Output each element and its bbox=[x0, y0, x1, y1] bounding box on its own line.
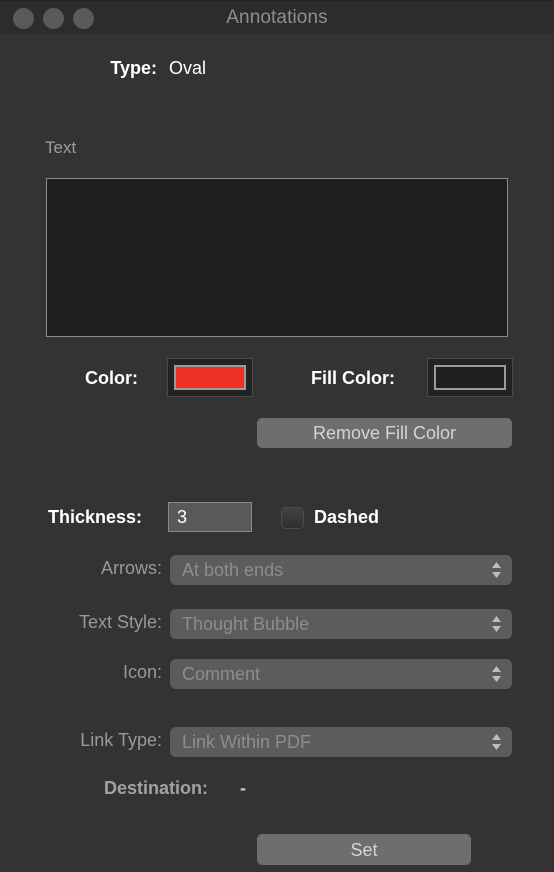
set-button[interactable]: Set bbox=[257, 834, 471, 865]
annotation-text-input[interactable] bbox=[46, 178, 508, 337]
chevron-updown-icon bbox=[490, 614, 503, 634]
icon-value: Comment bbox=[182, 663, 261, 684]
type-label: Type: bbox=[110, 58, 157, 78]
arrows-label: Arrows: bbox=[100, 558, 162, 578]
close-button[interactable] bbox=[13, 7, 34, 29]
text-section-label: Text bbox=[45, 138, 77, 157]
title-bar: Annotations bbox=[0, 0, 554, 34]
traffic-light-group bbox=[13, 1, 94, 35]
minimize-button[interactable] bbox=[43, 7, 64, 29]
icon-label: Icon: bbox=[122, 662, 162, 682]
chevron-updown-icon bbox=[490, 560, 503, 580]
icon-popup-button[interactable]: Comment bbox=[170, 659, 512, 689]
chevron-updown-icon bbox=[490, 732, 503, 752]
text-style-row: Text Style: Thought Bubble bbox=[0, 609, 554, 639]
fill-color-label: Fill Color: bbox=[311, 368, 395, 388]
color-well[interactable] bbox=[167, 358, 253, 397]
thickness-input[interactable] bbox=[168, 502, 252, 532]
dashed-label: Dashed bbox=[314, 507, 380, 527]
fill-color-well[interactable] bbox=[427, 358, 513, 397]
text-style-label: Text Style: bbox=[78, 612, 162, 632]
destination-value: - bbox=[240, 778, 246, 798]
link-type-row: Link Type: Link Within PDF bbox=[0, 727, 554, 757]
text-style-value: Thought Bubble bbox=[182, 613, 310, 634]
arrows-value: At both ends bbox=[182, 559, 284, 580]
destination-label: Destination: bbox=[104, 778, 209, 798]
type-value: Oval bbox=[169, 58, 207, 78]
color-label: Color: bbox=[85, 368, 138, 388]
icon-row: Icon: Comment bbox=[0, 659, 554, 689]
fill-color-swatch bbox=[434, 365, 506, 390]
text-style-popup-button[interactable]: Thought Bubble bbox=[170, 609, 512, 639]
color-swatch bbox=[174, 365, 246, 390]
link-type-label: Link Type: bbox=[80, 730, 162, 750]
thickness-label: Thickness: bbox=[48, 507, 143, 527]
type-row: Type: Oval bbox=[0, 58, 554, 79]
panel-body: Type: Oval Text Color: Fill Color: Remov… bbox=[0, 34, 554, 872]
link-type-value: Link Within PDF bbox=[182, 731, 312, 752]
zoom-button[interactable] bbox=[73, 7, 94, 29]
remove-fill-color-button[interactable]: Remove Fill Color bbox=[257, 418, 512, 448]
annotations-window: Annotations Type: Oval Text Color: Fill … bbox=[0, 0, 554, 872]
link-type-popup-button[interactable]: Link Within PDF bbox=[170, 727, 512, 757]
arrows-row: Arrows: At both ends bbox=[0, 555, 554, 585]
dashed-checkbox[interactable] bbox=[281, 507, 304, 529]
chevron-updown-icon bbox=[490, 664, 503, 684]
arrows-popup-button[interactable]: At both ends bbox=[170, 555, 512, 585]
